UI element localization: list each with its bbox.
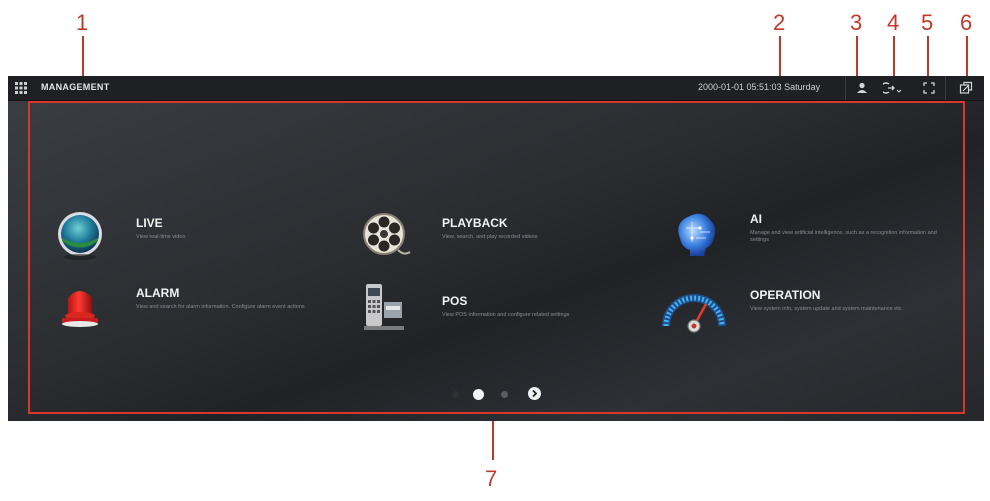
tile-title: LIVE: [136, 216, 163, 230]
tile-operation[interactable]: OPERATION View system info, system updat…: [660, 282, 950, 342]
page-dot-1-active[interactable]: [473, 389, 484, 400]
page-title: MANAGEMENT: [41, 82, 110, 92]
pos-terminal-icon: [364, 284, 404, 330]
callout-7: 7: [485, 466, 498, 491]
tile-description: View real-time video: [136, 234, 186, 240]
tile-description: View and search for alarm information. C…: [136, 304, 305, 310]
live-globe-icon: [58, 212, 102, 260]
tile-alarm[interactable]: ALARM View and search for alarm informat…: [56, 282, 346, 342]
tile-ai[interactable]: AI Manage and view artificial intelligen…: [670, 208, 960, 268]
tile-title: PLAYBACK: [442, 216, 508, 230]
callout-1: 1: [76, 10, 89, 35]
ai-brain-icon: [678, 213, 716, 256]
top-bar: MANAGEMENT 2000-01-01 05:51:03 Saturday: [8, 76, 984, 101]
gauge-icon: [662, 294, 726, 333]
callout-4: 4: [887, 10, 900, 35]
tile-description: Manage and view artificial intelligence,…: [750, 230, 937, 243]
chevron-right-icon: [532, 389, 538, 398]
tile-title: AI: [750, 212, 762, 226]
fullscreen-icon[interactable]: [922, 81, 936, 95]
callout-line-4: [893, 36, 895, 80]
tile-live[interactable]: LIVE View real-time video: [56, 208, 346, 268]
page-dot-2[interactable]: [501, 391, 508, 398]
film-reel-icon: [363, 213, 411, 255]
page-dot-prev-faint: [452, 391, 459, 398]
system-datetime: 2000-01-01 05:51:03 Saturday: [698, 82, 821, 92]
alarm-siren-icon: [62, 291, 98, 327]
callout-6: 6: [960, 10, 973, 35]
tile-title: POS: [442, 294, 468, 308]
callout-5: 5: [921, 10, 934, 35]
callout-line-3: [856, 36, 858, 80]
callout-line-6: [966, 36, 968, 80]
tile-playback[interactable]: PLAYBACK View, search, and play recorded…: [362, 208, 652, 268]
grid-icon[interactable]: [15, 82, 27, 94]
callout-line-1: [82, 36, 84, 80]
separator: [845, 76, 846, 100]
next-page-button[interactable]: [528, 387, 541, 400]
callout-line-5: [927, 36, 929, 80]
callout-2: 2: [773, 10, 786, 35]
separator: [945, 76, 946, 100]
tile-description: View system info, system update and syst…: [750, 306, 904, 312]
user-icon[interactable]: [855, 81, 869, 95]
tile-title: OPERATION: [750, 288, 821, 302]
callout-3: 3: [850, 10, 863, 35]
tile-description: View, search, and play recorded videos: [442, 234, 538, 240]
switch-window-icon[interactable]: [959, 81, 973, 95]
logout-icon[interactable]: [883, 81, 903, 95]
tile-description: View POS information and configure relat…: [442, 312, 570, 318]
tile-title: ALARM: [136, 286, 180, 300]
tile-pos[interactable]: POS View POS information and configure r…: [362, 282, 652, 342]
